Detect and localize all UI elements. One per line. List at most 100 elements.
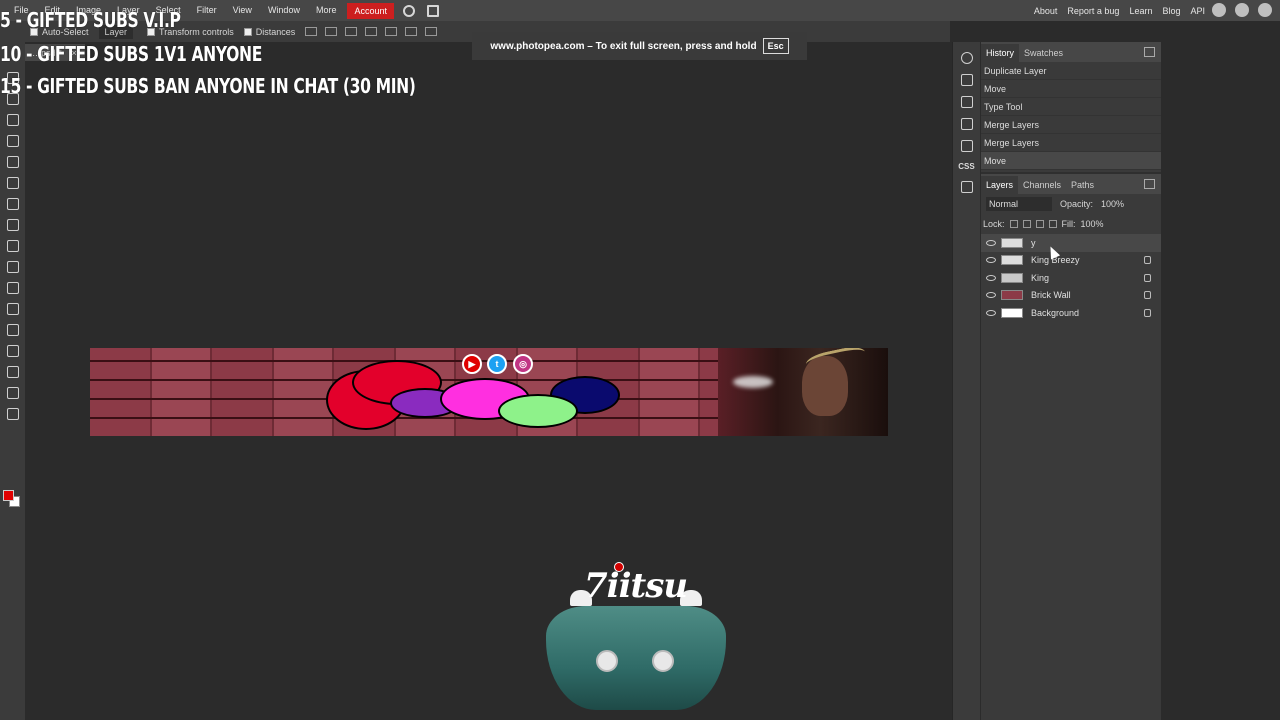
lock-position-icon[interactable] (1035, 220, 1044, 228)
eye-icon[interactable] (986, 292, 996, 299)
eye-icon[interactable] (986, 309, 996, 316)
eye-icon[interactable] (986, 239, 996, 246)
layer-row[interactable]: y (981, 234, 1161, 252)
link-learn[interactable]: Learn (1124, 6, 1157, 16)
overlay-line-vip: 5 - GIFTED SUBS V.I.P (0, 8, 181, 32)
layers-panel: Normal Opacity: 100% Lock: Fill: 100% y … (981, 194, 1161, 720)
banner-canvas-image[interactable]: ▶ t ◎ (90, 348, 888, 436)
layer-name: Background (1031, 307, 1080, 318)
link-blog[interactable]: Blog (1157, 6, 1185, 16)
logo-dot-shape (614, 562, 624, 572)
history-item[interactable]: Merge Layers (981, 116, 1161, 134)
layer-row[interactable]: Background (981, 304, 1161, 322)
menu-filter[interactable]: Filter (189, 0, 225, 21)
layer-name: King (1031, 272, 1050, 283)
zoom-tool-icon[interactable] (6, 408, 19, 420)
controller-logo-image[interactable]: 7iitsu (544, 560, 728, 710)
lock-row: Lock: Fill: 100% (981, 214, 1161, 234)
panel-icons-column: CSS (952, 42, 980, 720)
menu-more[interactable]: More (308, 0, 345, 21)
eye-icon[interactable] (986, 257, 996, 264)
align-icon[interactable] (325, 27, 338, 36)
history-item[interactable]: Type Tool (981, 98, 1161, 116)
image-panel-icon[interactable] (960, 181, 973, 193)
panel-menu-icon[interactable] (1144, 179, 1155, 189)
history-item[interactable]: Move (981, 80, 1161, 98)
opacity-value[interactable]: 100% (1101, 199, 1124, 209)
layer-row[interactable]: Brick Wall (981, 287, 1161, 305)
blend-mode-select[interactable]: Normal (986, 197, 1052, 211)
distances-checkbox[interactable]: Distances (243, 26, 296, 37)
link-api[interactable]: API (1185, 6, 1210, 16)
opacity-label: Opacity: (1060, 199, 1094, 209)
tab-swatches[interactable]: Swatches (1019, 44, 1068, 62)
eye-icon[interactable] (986, 274, 996, 281)
search-icon[interactable] (403, 4, 415, 17)
history-item[interactable]: Duplicate Layer (981, 62, 1161, 80)
logo-name: 7iitsu (584, 566, 688, 606)
align-icon[interactable] (345, 27, 358, 36)
properties-icon[interactable] (960, 74, 973, 86)
eraser-tool-icon[interactable] (6, 240, 19, 252)
menu-window[interactable]: Window (260, 0, 308, 21)
gradient-tool-icon[interactable] (6, 261, 19, 273)
lock-all-icon[interactable] (1048, 220, 1057, 228)
healing-tool-icon[interactable] (6, 177, 19, 189)
crop-tool-icon[interactable] (6, 135, 19, 147)
fullscreen-notice-text: www.photopea.com – To exit full screen, … (490, 40, 757, 52)
css-panel-icon[interactable]: CSS (953, 162, 980, 171)
lock-paint-icon[interactable] (1022, 220, 1031, 228)
history-item[interactable]: Merge Layers (981, 134, 1161, 152)
fullscreen-notice: www.photopea.com – To exit full screen, … (472, 32, 807, 60)
hand-tool-icon[interactable] (6, 387, 19, 399)
stamp-tool-icon[interactable] (6, 219, 19, 231)
blur-tool-icon[interactable] (6, 282, 19, 294)
layer-thumbnail (1001, 237, 1023, 248)
align-icon[interactable] (305, 27, 318, 36)
thumbstick-shape (652, 650, 674, 672)
distribute-icon[interactable] (405, 27, 418, 36)
shape-tool-icon[interactable] (6, 366, 19, 378)
distribute-icon[interactable] (425, 27, 438, 36)
distances-label: Distances (255, 26, 296, 37)
tab-channels[interactable]: Channels (1018, 176, 1066, 194)
link-about[interactable]: About (1029, 6, 1063, 16)
foreground-color-swatch[interactable] (3, 490, 14, 501)
align-icon[interactable] (365, 27, 378, 36)
magic-wand-tool-icon[interactable] (6, 114, 19, 126)
layer-thumbnail (1001, 290, 1023, 301)
lock-pixels-icon[interactable] (1009, 220, 1018, 228)
character-panel-icon[interactable] (960, 118, 973, 130)
menu-view[interactable]: View (225, 0, 260, 21)
graffiti-shape (498, 394, 578, 428)
link-report-bug[interactable]: Report a bug (1062, 6, 1124, 16)
info-icon[interactable] (960, 52, 973, 64)
fullscreen-icon[interactable] (427, 4, 439, 17)
dodge-tool-icon[interactable] (6, 303, 19, 315)
tab-history[interactable]: History (981, 44, 1020, 62)
tab-paths[interactable]: Paths (1066, 176, 1099, 194)
menu-bar: File Edit Image Layer Select Filter View… (0, 0, 1280, 21)
eyedropper-tool-icon[interactable] (6, 156, 19, 168)
overlay-line-1v1: 10 - GIFTED SUBS 1V1 ANYONE (0, 42, 262, 66)
brush-tool-icon[interactable] (6, 198, 19, 210)
brush-panel-icon[interactable] (960, 96, 973, 108)
paragraph-panel-icon[interactable] (960, 140, 973, 152)
top-links: About Report a bug Learn Blog API (1029, 0, 1210, 21)
fill-value[interactable]: 100% (1081, 219, 1104, 229)
tab-layers[interactable]: Layers (981, 176, 1019, 194)
layer-row[interactable]: King Breezy (981, 252, 1161, 270)
facebook-icon[interactable] (1258, 3, 1272, 17)
align-icon[interactable] (385, 27, 398, 36)
youtube-icon: ▶ (462, 354, 482, 374)
pen-tool-icon[interactable] (6, 345, 19, 357)
reddit-icon[interactable] (1212, 3, 1226, 17)
layer-thumbnail (1001, 255, 1023, 266)
layer-row[interactable]: King (981, 269, 1161, 287)
layer-thumbnail (1001, 307, 1023, 318)
type-tool-icon[interactable] (6, 324, 19, 336)
account-button[interactable]: Account (347, 2, 394, 19)
panel-menu-icon[interactable] (1144, 47, 1155, 57)
history-item[interactable]: Move (981, 152, 1161, 170)
twitter-icon[interactable] (1235, 3, 1249, 17)
